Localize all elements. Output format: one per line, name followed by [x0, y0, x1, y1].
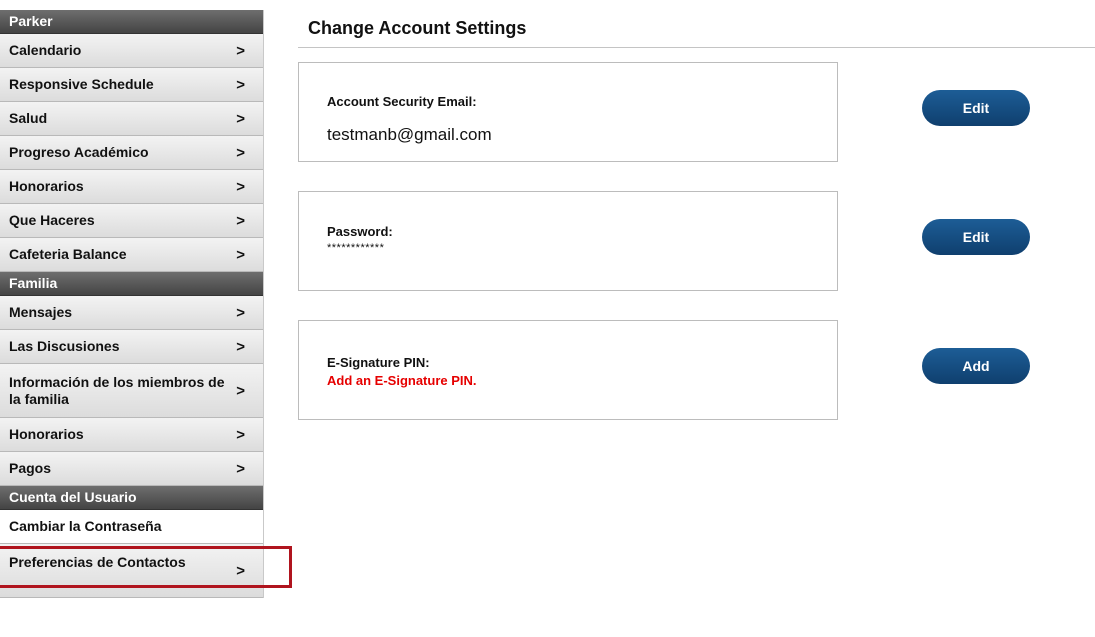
page-title: Change Account Settings: [298, 12, 1095, 48]
sidebar-item-label: Honorarios: [9, 178, 84, 194]
sidebar-item-calendario[interactable]: Calendario >: [0, 34, 263, 68]
chevron-right-icon: >: [236, 426, 245, 443]
chevron-right-icon: >: [236, 304, 245, 321]
sidebar-item-las-discusiones[interactable]: Las Discusiones >: [0, 330, 263, 364]
edit-email-button[interactable]: Edit: [922, 90, 1030, 126]
sidebar-item-label: Pagos: [9, 460, 52, 476]
password-value: ************: [327, 242, 385, 254]
sidebar-item-label: Preferencias de Contactos: [9, 554, 186, 570]
sidebar-item-cafeteria-balance[interactable]: Cafeteria Balance >: [0, 238, 263, 272]
sidebar-item-preferencias-contactos[interactable]: Preferencias de Contactos >: [0, 544, 263, 598]
sidebar-item-honorarios-familia[interactable]: Honorarios >: [0, 418, 263, 452]
sidebar-item-label: Calendario: [9, 42, 82, 58]
chevron-right-icon: >: [236, 144, 245, 161]
sidebar-item-informacion-familia[interactable]: Información de los miembros de la famili…: [0, 364, 263, 418]
add-pin-button[interactable]: Add: [922, 348, 1030, 384]
pin-label: E-Signature PIN:: [327, 355, 430, 370]
chevron-right-icon: >: [236, 460, 245, 477]
edit-password-button[interactable]: Edit: [922, 219, 1030, 255]
sidebar-item-label: Honorarios: [9, 426, 84, 442]
chevron-right-icon: >: [236, 110, 245, 127]
sidebar-section-parker: Parker: [0, 10, 263, 34]
chevron-right-icon: >: [236, 562, 245, 579]
sidebar-item-responsive-schedule[interactable]: Responsive Schedule >: [0, 68, 263, 102]
password-card: Password: ************: [298, 191, 838, 291]
sidebar-item-label: Que Haceres: [9, 212, 95, 228]
sidebar-item-label: Salud: [9, 110, 48, 126]
sidebar-item-label: Cafeteria Balance: [9, 246, 127, 262]
sidebar-item-pagos[interactable]: Pagos >: [0, 452, 263, 486]
pin-card: E-Signature PIN: Add an E-Signature PIN.: [298, 320, 838, 420]
chevron-right-icon: >: [236, 246, 245, 263]
chevron-right-icon: >: [236, 212, 245, 229]
sidebar-item-label: Mensajes: [9, 304, 73, 320]
email-value: testmanb@gmail.com: [327, 125, 492, 144]
sidebar-section-familia: Familia: [0, 272, 263, 296]
chevron-right-icon: >: [236, 382, 245, 399]
chevron-right-icon: >: [236, 76, 245, 93]
sidebar-item-cambiar-contrasena[interactable]: Cambiar la Contraseña: [0, 510, 263, 544]
sidebar-nav: Parker Calendario > Responsive Schedule …: [0, 10, 264, 598]
sidebar-item-que-haceres[interactable]: Que Haceres >: [0, 204, 263, 238]
sidebar-item-label: Información de los miembros de la famili…: [9, 374, 225, 407]
sidebar-item-progreso-academico[interactable]: Progreso Académico >: [0, 136, 263, 170]
sidebar-item-honorarios[interactable]: Honorarios >: [0, 170, 263, 204]
chevron-right-icon: >: [236, 42, 245, 59]
sidebar-item-mensajes[interactable]: Mensajes >: [0, 296, 263, 330]
email-card: Account Security Email: testmanb@gmail.c…: [298, 62, 838, 162]
sidebar-item-label: Cambiar la Contraseña: [9, 518, 162, 534]
pin-warning-text: Add an E-Signature PIN.: [327, 373, 477, 388]
chevron-right-icon: >: [236, 338, 245, 355]
sidebar-item-label: Las Discusiones: [9, 338, 120, 354]
sidebar-item-label: Responsive Schedule: [9, 76, 154, 92]
chevron-right-icon: >: [236, 178, 245, 195]
email-label: Account Security Email:: [327, 94, 477, 109]
sidebar-item-label: Progreso Académico: [9, 144, 149, 160]
password-label: Password:: [327, 224, 393, 239]
sidebar-section-cuenta: Cuenta del Usuario: [0, 486, 263, 510]
main-content: Change Account Settings Account Security…: [298, 12, 1095, 420]
sidebar-item-salud[interactable]: Salud >: [0, 102, 263, 136]
